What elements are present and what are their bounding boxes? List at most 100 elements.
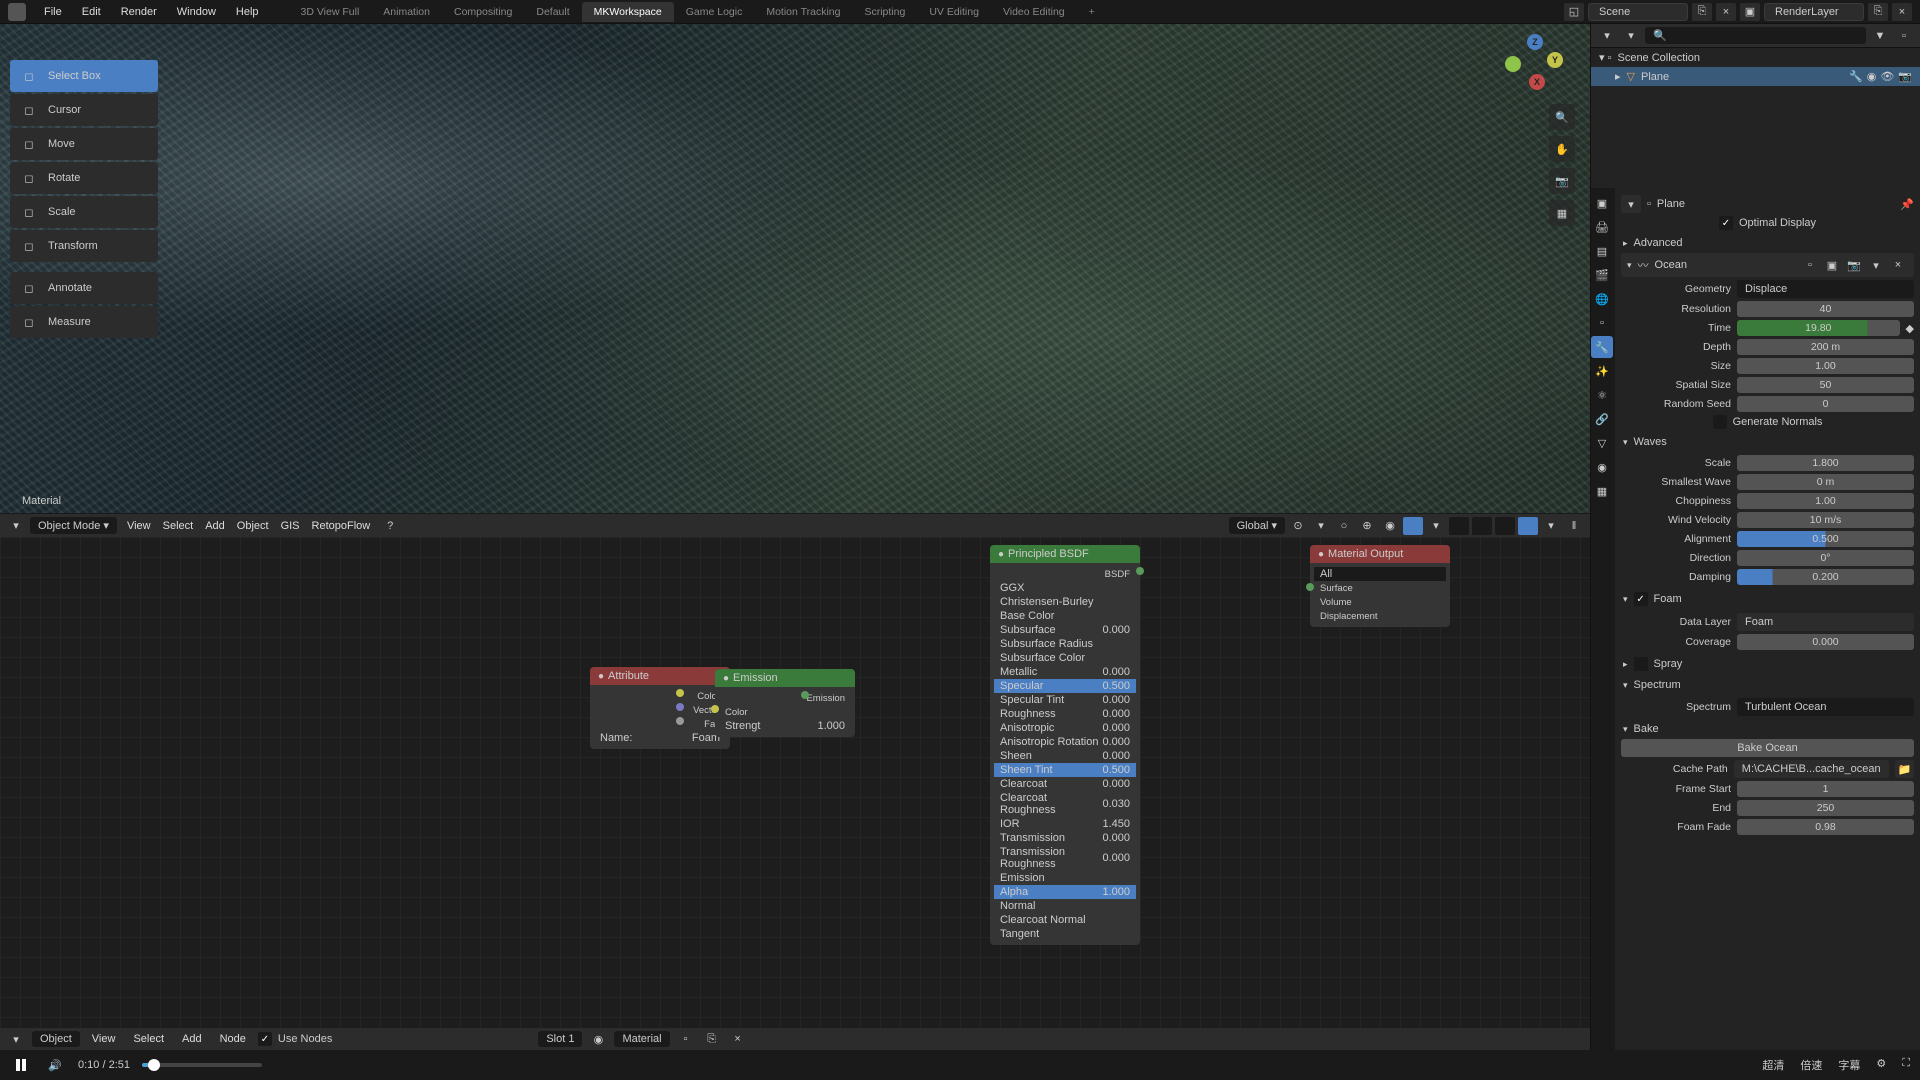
viewlayer-delete-icon[interactable]: × xyxy=(1892,3,1912,21)
bsdf-input-row[interactable]: Anisotropic Rotation0.000 xyxy=(994,735,1136,749)
outliner[interactable]: ▾ ▫ Scene Collection ▸ ▽ Plane 🔧 ◉ 👁 📷 xyxy=(1591,48,1920,188)
viewlayer-icon[interactable]: ▣ xyxy=(1740,3,1760,21)
menu-node[interactable]: Node xyxy=(214,1033,252,1045)
browse-folder-icon[interactable]: 📁 xyxy=(1895,760,1914,778)
bsdf-input-row[interactable]: Specular Tint0.000 xyxy=(994,693,1136,707)
bsdf-input-row[interactable]: Transmission0.000 xyxy=(994,831,1136,845)
viewport-menu-item[interactable]: RetopoFlow xyxy=(306,520,377,532)
tab-particles[interactable]: ✨ xyxy=(1591,360,1613,382)
tool-rotate[interactable]: ◻Rotate xyxy=(10,162,158,194)
tab-material[interactable]: ◉ xyxy=(1591,456,1613,478)
bsdf-input-row[interactable]: Emission xyxy=(994,871,1136,885)
gizmo-toggle-icon[interactable]: ⊕ xyxy=(1357,517,1377,535)
bsdf-input-row[interactable]: Sheen0.000 xyxy=(994,749,1136,763)
tab-physics[interactable]: ⚛ xyxy=(1591,384,1613,406)
subtitle-button[interactable]: 字幕 xyxy=(1838,1057,1860,1073)
3d-viewport[interactable]: ◻Select Box◻Cursor◻Move◻Rotate◻Scale◻Tra… xyxy=(0,24,1590,537)
workspace-tab[interactable]: Scripting xyxy=(852,2,917,22)
bsdf-input-row[interactable]: GGX xyxy=(994,581,1136,595)
coverage-field[interactable]: 0.000 xyxy=(1737,634,1914,650)
tab-viewlayer[interactable]: ▤ xyxy=(1591,240,1613,262)
nav-gizmo[interactable]: Z Y X xyxy=(1505,34,1565,94)
pause-button[interactable] xyxy=(10,1054,32,1076)
depth-field[interactable]: 200 m xyxy=(1737,339,1914,355)
bsdf-input-row[interactable]: Anisotropic0.000 xyxy=(994,721,1136,735)
bsdf-input-row[interactable]: Metallic0.000 xyxy=(994,665,1136,679)
tool-pen[interactable]: ◻Annotate xyxy=(10,272,158,304)
bsdf-input-row[interactable]: Sheen Tint0.500 xyxy=(994,763,1136,777)
tab-constraints[interactable]: 🔗 xyxy=(1591,408,1613,430)
material-link-icon[interactable]: ◉ xyxy=(1867,70,1877,83)
workspace-tab[interactable]: Default xyxy=(524,2,581,22)
node-editor[interactable]: ● Attribute Color Vector Fac Name: Foam … xyxy=(0,537,1590,1050)
tool-transform[interactable]: ◻Transform xyxy=(10,230,158,262)
spatial-size-field[interactable]: 50 xyxy=(1737,377,1914,393)
workspace-tab[interactable]: 3D View Full xyxy=(289,2,372,22)
scene-copy-icon[interactable]: ⎘ xyxy=(1692,3,1712,21)
solid-shading-icon[interactable] xyxy=(1472,517,1492,535)
viewport-menu-item[interactable]: Select xyxy=(157,520,200,532)
shading-dropdown-icon[interactable]: ▾ xyxy=(1426,517,1446,535)
help-icon[interactable]: ? xyxy=(380,517,400,535)
material-icon[interactable]: ◉ xyxy=(588,1030,608,1048)
orientation-selector[interactable]: Global ▾ xyxy=(1229,517,1285,534)
expand-icon[interactable]: ▾ xyxy=(1866,256,1886,274)
menu-select[interactable]: Select xyxy=(127,1033,170,1045)
editor-type-icon[interactable]: ▾ xyxy=(1597,27,1617,45)
workspace-tab[interactable]: UV Editing xyxy=(917,2,991,22)
menu-render[interactable]: Render xyxy=(111,6,167,18)
resolution-field[interactable]: 40 xyxy=(1737,301,1914,317)
time-field[interactable]: 19.80 xyxy=(1737,320,1900,336)
bsdf-input-row[interactable]: IOR1.450 xyxy=(994,817,1136,831)
unlink-material-icon[interactable]: × xyxy=(728,1030,748,1048)
gen-normals-checkbox[interactable] xyxy=(1713,415,1727,429)
mode-selector[interactable]: Object Mode ▾ xyxy=(30,517,117,534)
smallest-wave-field[interactable]: 0 m xyxy=(1737,474,1914,490)
outliner-search-input[interactable]: 🔍 xyxy=(1645,27,1866,44)
attr-name-field[interactable]: Name: Foam xyxy=(594,731,726,745)
bsdf-input-row[interactable]: Clearcoat0.000 xyxy=(994,777,1136,791)
overlay-toggle-icon[interactable]: ◉ xyxy=(1380,517,1400,535)
random-seed-field[interactable]: 0 xyxy=(1737,396,1914,412)
scene-icon[interactable]: ◱ xyxy=(1564,3,1584,21)
input-strength[interactable]: Strengt 1.000 xyxy=(719,719,851,733)
bsdf-input-row[interactable]: Base Color xyxy=(994,609,1136,623)
alignment-field[interactable]: 0.500 xyxy=(1737,531,1914,547)
tool-scale[interactable]: ◻Scale xyxy=(10,196,158,228)
camera-icon[interactable]: 📷 xyxy=(1549,168,1575,194)
data-layer-field[interactable]: Foam xyxy=(1737,613,1914,631)
node-attribute[interactable]: ● Attribute Color Vector Fac Name: Foam xyxy=(590,667,730,749)
bsdf-input-row[interactable]: Clearcoat Normal xyxy=(994,913,1136,927)
wind-field[interactable]: 10 m/s xyxy=(1737,512,1914,528)
axis-y2[interactable]: Y xyxy=(1547,52,1563,68)
spray-enable-checkbox[interactable] xyxy=(1634,657,1648,671)
tab-object[interactable]: ▫ xyxy=(1591,312,1613,334)
pan-icon[interactable]: ✋ xyxy=(1549,136,1575,162)
lookdev-shading-icon[interactable] xyxy=(1495,517,1515,535)
frame-start-field[interactable]: 1 xyxy=(1737,781,1914,797)
material-selector[interactable]: Material xyxy=(614,1031,669,1047)
section-bake[interactable]: ▾Bake xyxy=(1621,719,1914,739)
wireframe-shading-icon[interactable] xyxy=(1449,517,1469,535)
workspace-tab[interactable]: Game Logic xyxy=(674,2,755,22)
new-collection-icon[interactable]: ▫ xyxy=(1894,27,1914,45)
proportional-icon[interactable]: ○ xyxy=(1334,517,1354,535)
frame-end-field[interactable]: 250 xyxy=(1737,800,1914,816)
workspace-tab[interactable]: MKWorkspace xyxy=(582,2,674,22)
editor-type-icon[interactable]: ▾ xyxy=(6,1030,26,1048)
viewport-menu-item[interactable]: Add xyxy=(199,520,231,532)
workspace-tab[interactable]: Animation xyxy=(371,2,442,22)
section-spray[interactable]: ▸Spray xyxy=(1621,653,1914,675)
axis-y[interactable] xyxy=(1505,56,1521,72)
optimal-display-checkbox[interactable] xyxy=(1719,216,1733,230)
viewport-display-icon[interactable]: ▫ xyxy=(1800,256,1820,274)
menu-view[interactable]: View xyxy=(86,1033,122,1045)
scene-delete-icon[interactable]: × xyxy=(1716,3,1736,21)
node-material-output[interactable]: ● Material Output All Surface Volume Dis… xyxy=(1310,545,1450,627)
cache-path-field[interactable]: M:\CACHE\B...cache_ocean xyxy=(1734,760,1889,778)
menu-add[interactable]: Add xyxy=(176,1033,208,1045)
persp-icon[interactable]: ▦ xyxy=(1549,200,1575,226)
bsdf-input-row[interactable]: Specular0.500 xyxy=(994,679,1136,693)
display-mode-icon[interactable]: ▾ xyxy=(1621,27,1641,45)
xray-toggle-icon[interactable] xyxy=(1403,517,1423,535)
